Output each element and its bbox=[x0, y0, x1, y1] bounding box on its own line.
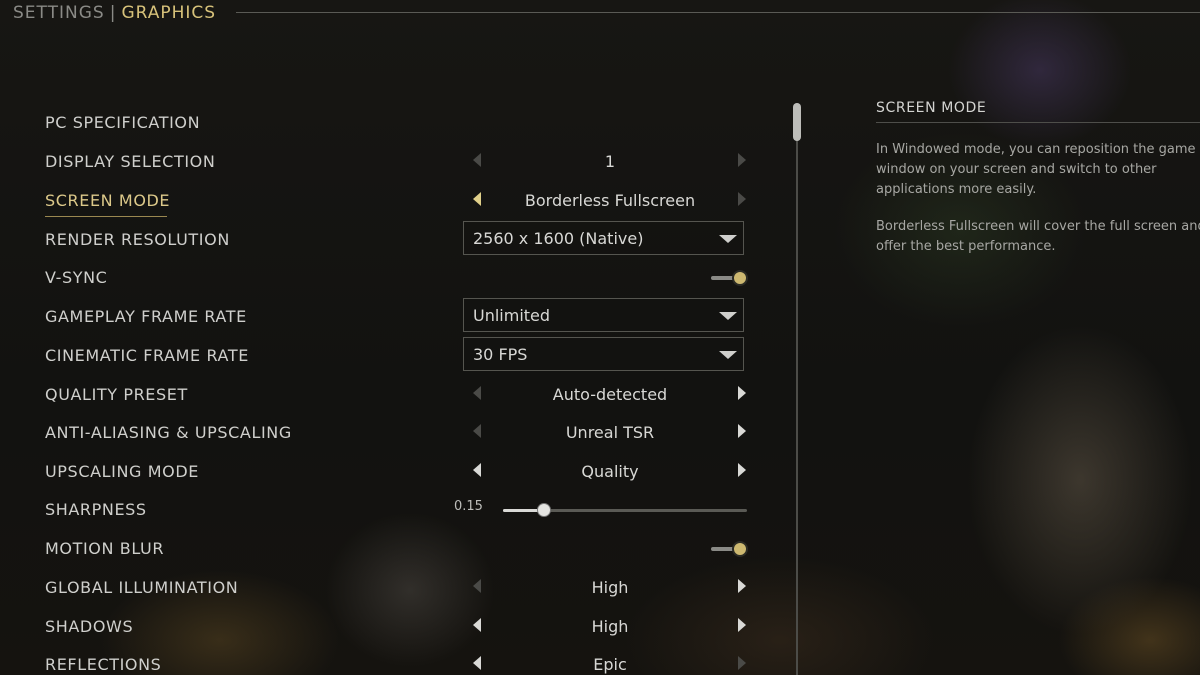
dropdown-value: Unlimited bbox=[473, 306, 551, 325]
arrow-left-icon[interactable] bbox=[473, 153, 481, 167]
setting-row-shadows[interactable]: SHADOWS High bbox=[0, 608, 780, 646]
description-title: SCREEN MODE bbox=[876, 100, 987, 116]
dropdown-value: 30 FPS bbox=[473, 345, 528, 364]
setting-row-global-illumination[interactable]: GLOBAL ILLUMINATION High bbox=[0, 569, 780, 607]
selector-value: Epic bbox=[593, 655, 627, 674]
chevron-down-icon bbox=[719, 312, 737, 320]
gameplay-frame-rate-dropdown[interactable]: Unlimited bbox=[463, 298, 744, 332]
setting-row-sharpness: SHARPNESS 0.15 bbox=[0, 491, 780, 529]
arrow-right-icon[interactable] bbox=[738, 192, 746, 206]
setting-row-render-resolution: RENDER RESOLUTION 2560 x 1600 (Native) bbox=[0, 221, 780, 259]
breadcrumb: SETTINGS | GRAPHICS bbox=[0, 0, 1200, 26]
motion-blur-toggle[interactable] bbox=[711, 541, 748, 557]
arrow-right-icon[interactable] bbox=[738, 463, 746, 477]
setting-row-v-sync: V-SYNC bbox=[0, 259, 780, 297]
vsync-toggle[interactable] bbox=[711, 270, 748, 286]
selected-underline bbox=[45, 216, 167, 217]
setting-label: GAMEPLAY FRAME RATE bbox=[45, 307, 247, 326]
setting-row-gameplay-frame-rate: GAMEPLAY FRAME RATE Unlimited bbox=[0, 298, 780, 336]
description-paragraph: Borderless Fullscreen will cover the ful… bbox=[876, 219, 1200, 254]
setting-label: UPSCALING MODE bbox=[45, 462, 199, 481]
setting-row-motion-blur: MOTION BLUR bbox=[0, 530, 780, 568]
arrow-right-icon[interactable] bbox=[738, 656, 746, 670]
toggle-knob bbox=[732, 270, 748, 286]
selector-value: Auto-detected bbox=[552, 385, 668, 404]
selector-value: Borderless Fullscreen bbox=[524, 191, 696, 210]
selector-value: Unreal TSR bbox=[565, 423, 655, 442]
setting-label: PC SPECIFICATION bbox=[45, 113, 201, 132]
setting-row-anti-aliasing[interactable]: ANTI-ALIASING & UPSCALING Unreal TSR bbox=[0, 414, 780, 452]
setting-row-reflections[interactable]: REFLECTIONS Epic bbox=[0, 646, 780, 675]
selector-value: High bbox=[591, 578, 629, 597]
header-divider bbox=[236, 12, 1200, 13]
chevron-down-icon bbox=[719, 235, 737, 243]
arrow-left-icon[interactable] bbox=[473, 656, 481, 670]
arrow-right-icon[interactable] bbox=[738, 579, 746, 593]
setting-row-display-selection[interactable]: DISPLAY SELECTION 1 bbox=[0, 143, 780, 181]
setting-label: SHADOWS bbox=[45, 617, 134, 636]
arrow-right-icon[interactable] bbox=[738, 153, 746, 167]
setting-label: SHARPNESS bbox=[45, 500, 147, 519]
scrollbar-thumb[interactable] bbox=[793, 103, 801, 141]
setting-label: ANTI-ALIASING & UPSCALING bbox=[45, 423, 292, 442]
description-divider bbox=[876, 122, 1200, 123]
setting-label: SCREEN MODE bbox=[45, 191, 171, 210]
setting-label: V-SYNC bbox=[45, 268, 108, 287]
arrow-left-icon[interactable] bbox=[473, 579, 481, 593]
setting-label: DISPLAY SELECTION bbox=[45, 152, 216, 171]
dropdown-value: 2560 x 1600 (Native) bbox=[473, 229, 644, 248]
arrow-left-icon[interactable] bbox=[473, 192, 481, 206]
sharpness-slider[interactable] bbox=[503, 503, 747, 517]
description-panel: SCREEN MODE In Windowed mode, you can re… bbox=[876, 100, 1200, 257]
setting-label: RENDER RESOLUTION bbox=[45, 230, 230, 249]
setting-row-cinematic-frame-rate: CINEMATIC FRAME RATE 30 FPS bbox=[0, 337, 780, 375]
arrow-right-icon[interactable] bbox=[738, 386, 746, 400]
setting-label: GLOBAL ILLUMINATION bbox=[45, 578, 239, 597]
selector-value: 1 bbox=[604, 152, 616, 171]
setting-label: CINEMATIC FRAME RATE bbox=[45, 346, 249, 365]
breadcrumb-graphics: GRAPHICS bbox=[121, 3, 217, 23]
arrow-left-icon[interactable] bbox=[473, 424, 481, 438]
description-paragraph: In Windowed mode, you can reposition the… bbox=[876, 142, 1196, 197]
setting-label: MOTION BLUR bbox=[45, 539, 165, 558]
resolution-dropdown[interactable]: 2560 x 1600 (Native) bbox=[463, 221, 744, 255]
selector-value: High bbox=[591, 617, 629, 636]
slider-handle[interactable] bbox=[537, 503, 552, 517]
arrow-left-icon[interactable] bbox=[473, 386, 481, 400]
breadcrumb-separator: | bbox=[109, 3, 117, 23]
setting-label: QUALITY PRESET bbox=[45, 385, 188, 404]
setting-row-quality-preset[interactable]: QUALITY PRESET Auto-detected bbox=[0, 376, 780, 414]
scrollbar-track[interactable] bbox=[796, 103, 798, 675]
toggle-knob bbox=[732, 541, 748, 557]
breadcrumb-settings[interactable]: SETTINGS bbox=[13, 3, 105, 23]
setting-label: REFLECTIONS bbox=[45, 655, 162, 674]
setting-row-screen-mode[interactable]: SCREEN MODE Borderless Fullscreen bbox=[0, 182, 780, 220]
arrow-right-icon[interactable] bbox=[738, 424, 746, 438]
arrow-right-icon[interactable] bbox=[738, 618, 746, 632]
setting-row-pc-specification[interactable]: PC SPECIFICATION bbox=[0, 104, 780, 142]
cinematic-frame-rate-dropdown[interactable]: 30 FPS bbox=[463, 337, 744, 371]
selector-value: Quality bbox=[581, 462, 639, 481]
arrow-left-icon[interactable] bbox=[473, 463, 481, 477]
slider-value: 0.15 bbox=[454, 499, 483, 514]
chevron-down-icon bbox=[719, 351, 737, 359]
setting-row-upscaling-mode[interactable]: UPSCALING MODE Quality bbox=[0, 453, 780, 491]
arrow-left-icon[interactable] bbox=[473, 618, 481, 632]
